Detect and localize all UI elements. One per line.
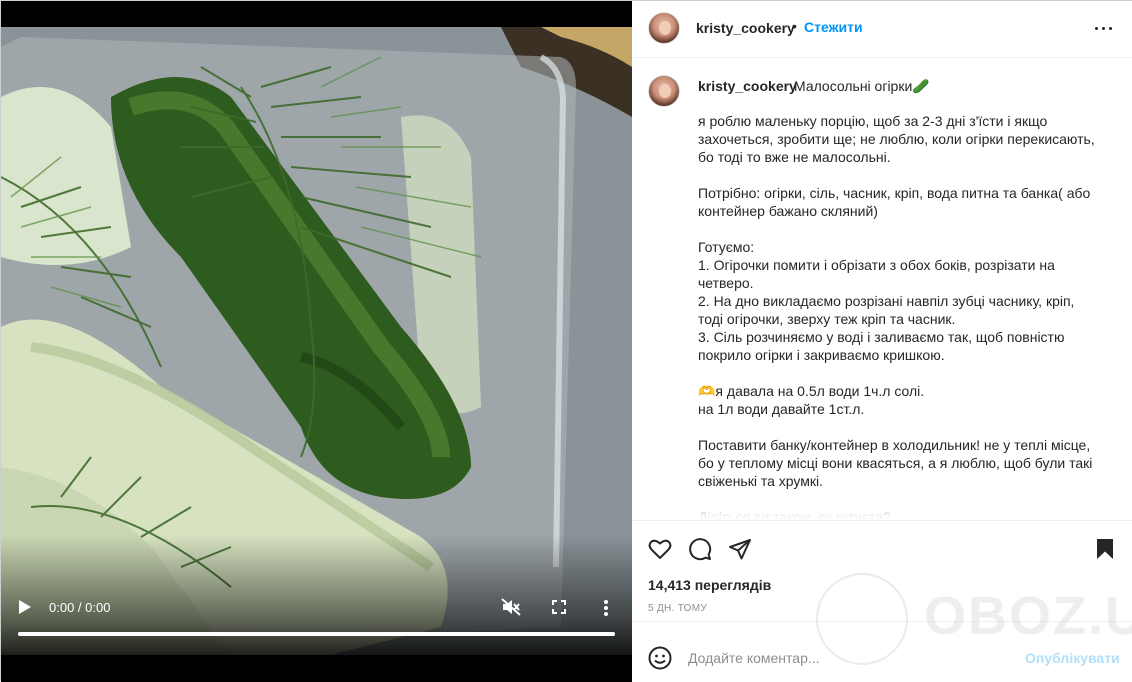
comment-icon[interactable]	[688, 537, 712, 561]
bookmark-icon[interactable]	[1093, 537, 1117, 561]
caption-line: бо у теплому місці вони квасяться, а я л…	[698, 455, 1093, 471]
post-header: kristy_cookery • Стежити	[632, 1, 1132, 58]
comment-input[interactable]	[688, 648, 1008, 668]
caption-paragraph: Готуємо: 1. Огірочки помити і обрізати з …	[698, 238, 1103, 364]
avatar[interactable]	[648, 12, 680, 44]
caption-line: Поставити банку/контейнер в холодильник!…	[698, 437, 1091, 453]
caption-paragraph: Поставити банку/контейнер в холодильник!…	[698, 436, 1103, 490]
caption-line: на 1л води давайте 1ст.л.	[698, 401, 865, 417]
post-side-panel: kristy_cookery • Стежити kristy_cookery …	[632, 1, 1132, 682]
caption-paragraph: 🫶я давала на 0.5л води 1ч.л солі. на 1л в…	[698, 382, 1103, 418]
avatar[interactable]	[648, 75, 680, 107]
caption-line: 3. Сіль розчиняємо у воді і заливаємо та…	[698, 329, 1065, 345]
caption-line: свіженькі та хрумкі.	[698, 473, 824, 489]
caption-body: я роблю маленьку порцію, щоб за 2-3 дні …	[698, 112, 1103, 520]
volume-muted-icon[interactable]	[501, 598, 521, 616]
post-dialog: 0:00 / 0:00 kristy_cookery • Стежити kri…	[0, 0, 1132, 682]
caption-line: Готуємо:	[698, 239, 755, 255]
caption-line: 🫶я давала на 0.5л води 1ч.л солі.	[698, 383, 925, 399]
header-separator: •	[792, 18, 797, 34]
caption-line: я роблю маленьку порцію, щоб за 2-3 дні …	[698, 113, 1048, 129]
heart-icon[interactable]	[648, 537, 672, 561]
smiley-icon[interactable]	[648, 646, 672, 670]
caption-area[interactable]: kristy_cookery Малосольні огірки🥒 я робл…	[632, 58, 1132, 520]
paper-plane-icon[interactable]	[728, 537, 752, 561]
caption-username[interactable]: kristy_cookery	[698, 78, 797, 94]
publish-button[interactable]: Опублікувати	[1025, 650, 1120, 666]
post-timestamp[interactable]: 5 дн. тому	[648, 603, 707, 614]
video-progress-bar[interactable]	[18, 632, 615, 636]
caption-line: контейнер бажано скляний)	[698, 203, 878, 219]
video-progress-fill	[18, 632, 615, 636]
video-frame-image	[1, 27, 632, 655]
header-username[interactable]: kristy_cookery	[696, 20, 795, 36]
caption-line: Потрібно: огірки, сіль, часник, кріп, во…	[698, 185, 1091, 201]
view-count[interactable]: 14,413 переглядів	[648, 577, 771, 593]
caption-title: Малосольні огірки🥒	[794, 78, 930, 94]
comment-bar: Опублікувати	[632, 621, 1132, 682]
video-player[interactable]: 0:00 / 0:00	[1, 1, 632, 682]
caption-line: 1. Огірочки помити і обрізати з обох бок…	[698, 257, 1055, 273]
caption-line: покрило огірки і закриваємо кришкою.	[698, 347, 945, 363]
fullscreen-icon[interactable]	[552, 600, 566, 614]
video-time: 0:00 / 0:00	[49, 600, 111, 615]
caption-paragraph: Потрібно: огірки, сіль, часник, кріп, во…	[698, 184, 1103, 220]
caption-line: тоді огірочки, зверху теж кріп та часник…	[698, 311, 956, 327]
caption-line: 2. На дно викладаємо розрізані навпіл зу…	[698, 293, 1075, 309]
more-horizontal-icon[interactable]	[1093, 20, 1115, 38]
play-icon[interactable]	[18, 599, 32, 615]
caption-line: бо тоді то вже не малосольні.	[698, 149, 891, 165]
caption-line: захочеться, зробити ще; не люблю, коли о…	[698, 131, 1095, 147]
caption-paragraph: я роблю маленьку порцію, щоб за 2-3 дні …	[698, 112, 1103, 166]
caption-line: четверо.	[698, 275, 754, 291]
more-vertical-icon[interactable]	[601, 599, 611, 617]
follow-button[interactable]: Стежити	[804, 19, 863, 35]
